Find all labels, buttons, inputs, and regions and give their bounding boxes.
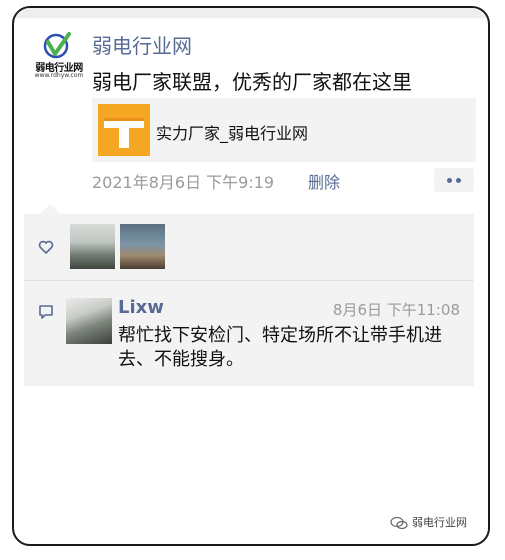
like-avatar[interactable] (120, 224, 165, 269)
post-author[interactable]: 弱电行业网 (92, 30, 192, 59)
panel-caret (40, 204, 60, 214)
heart-icon (38, 240, 54, 254)
logo-check-icon (43, 32, 71, 59)
interaction-panel: Lixw 8月6日 下午11:08 帮忙找下安检门、特定场所不让带手机进去、不能… (24, 214, 474, 386)
t-logo-icon (104, 118, 144, 148)
comment-text[interactable]: 帮忙找下安检门、特定场所不让带手机进去、不能搜身。 (118, 324, 463, 372)
dot-icon (447, 178, 452, 183)
author-avatar[interactable]: 弱电行业网 www.rdhyw.com (28, 32, 90, 84)
likes-row (24, 214, 474, 281)
dot-icon (456, 178, 461, 183)
comment-icon (39, 305, 53, 319)
commenter-avatar[interactable] (66, 298, 112, 344)
watermark: 弱电行业网 (390, 514, 467, 530)
wechat-icon (390, 517, 408, 529)
watermark-text: 弱电行业网 (412, 516, 467, 529)
link-thumbnail (98, 104, 150, 156)
link-title: 实力厂家_弱电行业网 (156, 124, 309, 143)
more-actions-button[interactable] (434, 168, 474, 192)
logo-url: www.rdhyw.com (34, 72, 84, 79)
moments-screen: 弱电行业网 www.rdhyw.com 弱电行业网 弱电厂家联盟，优秀的厂家都在… (12, 6, 490, 546)
top-strip (14, 8, 488, 18)
comment-time: 8月6日 下午11:08 (332, 301, 460, 319)
commenter-name[interactable]: Lixw (118, 297, 164, 318)
post-text: 弱电厂家联盟，优秀的厂家都在这里 (92, 70, 412, 94)
like-avatar[interactable] (70, 224, 115, 269)
post-time: 2021年8月6日 下午9:19 (92, 173, 275, 192)
link-card[interactable]: 实力厂家_弱电行业网 (92, 98, 476, 162)
delete-link[interactable]: 删除 (308, 169, 340, 193)
